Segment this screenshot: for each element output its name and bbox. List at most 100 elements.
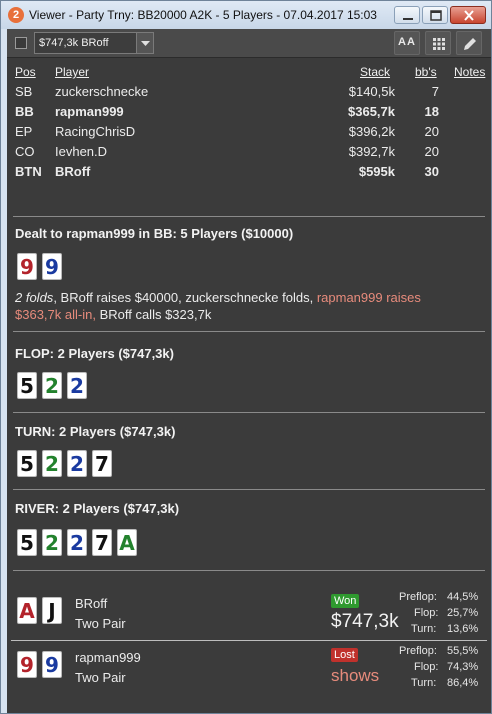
font-size-button[interactable]: AA xyxy=(394,31,420,55)
player-stack: $595k xyxy=(358,164,395,179)
playing-card: J xyxy=(42,597,62,624)
player-row[interactable]: BTN BRoff $595k 30 xyxy=(7,164,491,184)
grid-view-button[interactable] xyxy=(425,31,451,55)
playing-card: A xyxy=(17,597,37,624)
player-stack: $140,5k xyxy=(348,84,395,99)
player-name: Ievhen.D xyxy=(55,144,108,159)
minimize-icon xyxy=(403,18,413,20)
player-bbs: 18 xyxy=(424,104,439,119)
header-notes[interactable]: Notes xyxy=(454,65,485,79)
stat-value: 25,7% xyxy=(447,607,479,619)
maximize-button[interactable] xyxy=(422,6,448,24)
viewer-panel: $747,3k BRoff AA Pos Player Stack bb's N… xyxy=(7,29,491,713)
loser-name: rapman999 xyxy=(75,650,141,665)
player-bbs: 20 xyxy=(424,124,439,139)
title-bar[interactable]: 2 Viewer - Party Trny: BB20000 A2K - 5 P… xyxy=(1,1,491,29)
playing-card: 2 xyxy=(42,372,62,399)
player-position: BTN xyxy=(15,164,42,179)
player-bbs: 30 xyxy=(424,164,439,179)
player-row[interactable]: SB zuckerschnecke $140,5k 7 xyxy=(7,84,491,104)
player-row[interactable]: EP RacingChrisD $396,2k 20 xyxy=(7,124,491,144)
lost-badge: Lost xyxy=(331,648,358,662)
player-position: EP xyxy=(15,124,33,139)
close-icon xyxy=(464,10,474,21)
turn-title: TURN: 2 Players ($747,3k) xyxy=(15,424,176,439)
player-name: rapman999 xyxy=(55,104,124,119)
divider xyxy=(13,570,485,571)
player-stack: $396,2k xyxy=(348,124,395,139)
winner-name: BRoff xyxy=(75,596,108,611)
action-text-call: BRoff calls $323,7k xyxy=(95,307,212,322)
divider xyxy=(13,216,485,217)
flop-title: FLOP: 2 Players ($747,3k) xyxy=(15,346,174,361)
stat-label: Flop: xyxy=(414,607,439,619)
stat-value: 13,6% xyxy=(447,623,479,635)
player-name: RacingChrisD xyxy=(55,124,136,139)
stat-label: Flop: xyxy=(414,661,439,673)
header-player[interactable]: Player xyxy=(55,65,89,79)
edit-button[interactable] xyxy=(456,31,482,55)
action-folds: 2 folds xyxy=(15,290,54,305)
loser-hand: Two Pair xyxy=(75,670,126,685)
player-stack: $365,7k xyxy=(348,104,395,119)
player-row[interactable]: CO Ievhen.D $392,7k 20 xyxy=(7,144,491,164)
result-winner: AJ BRoff Two Pair Won $747,3k Preflop: 4… xyxy=(7,587,491,639)
action-highlight: rapman999 raises xyxy=(316,290,421,305)
window-title: Viewer - Party Trny: BB20000 A2K - 5 Pla… xyxy=(29,8,377,22)
header-pos[interactable]: Pos xyxy=(15,65,36,79)
playing-card: 9 xyxy=(42,253,62,280)
playing-card: 5 xyxy=(17,450,37,477)
action-text: , BRoff raises $40000, zuckerschnecke fo… xyxy=(53,290,317,305)
playing-card: 2 xyxy=(67,450,87,477)
font-size-label: AA xyxy=(398,36,416,48)
divider xyxy=(13,489,485,490)
header-stack[interactable]: Stack xyxy=(360,65,390,79)
close-button[interactable] xyxy=(450,6,486,24)
preflop-actions: 2 folds, BRoff raises $40000, zuckerschn… xyxy=(7,289,491,329)
playing-card: 9 xyxy=(17,651,37,678)
playing-card: 2 xyxy=(67,372,87,399)
preflop-title: Dealt to rapman999 in BB: 5 Players ($10… xyxy=(15,226,294,241)
stat-value: 74,3% xyxy=(447,661,479,673)
player-name: BRoff xyxy=(55,164,91,179)
player-row[interactable]: BB rapman999 $365,7k 18 xyxy=(7,104,491,124)
toolbar: $747,3k BRoff AA xyxy=(7,29,491,58)
stat-label: Preflop: xyxy=(399,645,437,657)
player-position: CO xyxy=(15,144,35,159)
pencil-icon xyxy=(464,38,476,50)
river-title: RIVER: 2 Players ($747,3k) xyxy=(15,501,180,516)
playing-card: 7 xyxy=(92,450,112,477)
playing-card: 2 xyxy=(42,450,62,477)
player-stack: $392,7k xyxy=(348,144,395,159)
playing-card: 7 xyxy=(92,529,112,556)
hand-select-dropdown[interactable]: $747,3k BRoff xyxy=(34,32,154,54)
action-highlight-allin: $363,7k all-in, xyxy=(15,307,96,322)
player-name: zuckerschnecke xyxy=(55,84,149,99)
dropdown-toggle[interactable] xyxy=(136,33,153,53)
playing-card: 5 xyxy=(17,529,37,556)
stat-label: Turn: xyxy=(411,623,437,635)
stat-value: 86,4% xyxy=(447,677,479,689)
player-position: SB xyxy=(15,84,33,99)
chevron-down-icon xyxy=(141,41,150,46)
stat-value: 44,5% xyxy=(447,591,479,603)
viewer-window: 2 Viewer - Party Trny: BB20000 A2K - 5 P… xyxy=(0,0,492,714)
won-amount: $747,3k xyxy=(331,611,399,632)
player-bbs: 7 xyxy=(431,84,439,99)
header-bbs[interactable]: bb's xyxy=(415,65,437,79)
playing-card: 9 xyxy=(42,651,62,678)
stat-label: Preflop: xyxy=(399,591,437,603)
playing-card: 9 xyxy=(17,253,37,280)
maximize-icon xyxy=(430,10,442,21)
select-checkbox[interactable] xyxy=(15,37,27,49)
minimize-button[interactable] xyxy=(394,6,420,24)
won-badge: Won xyxy=(331,594,360,608)
playing-card: 2 xyxy=(42,529,62,556)
shows-label: shows xyxy=(331,666,380,685)
stat-value: 55,5% xyxy=(447,645,479,657)
stat-label: Turn: xyxy=(411,677,437,689)
divider xyxy=(13,412,485,413)
player-bbs: 20 xyxy=(424,144,439,159)
grid-icon xyxy=(433,38,445,50)
result-loser: 99 rapman999 Two Pair Lost shows Preflop… xyxy=(7,641,491,693)
